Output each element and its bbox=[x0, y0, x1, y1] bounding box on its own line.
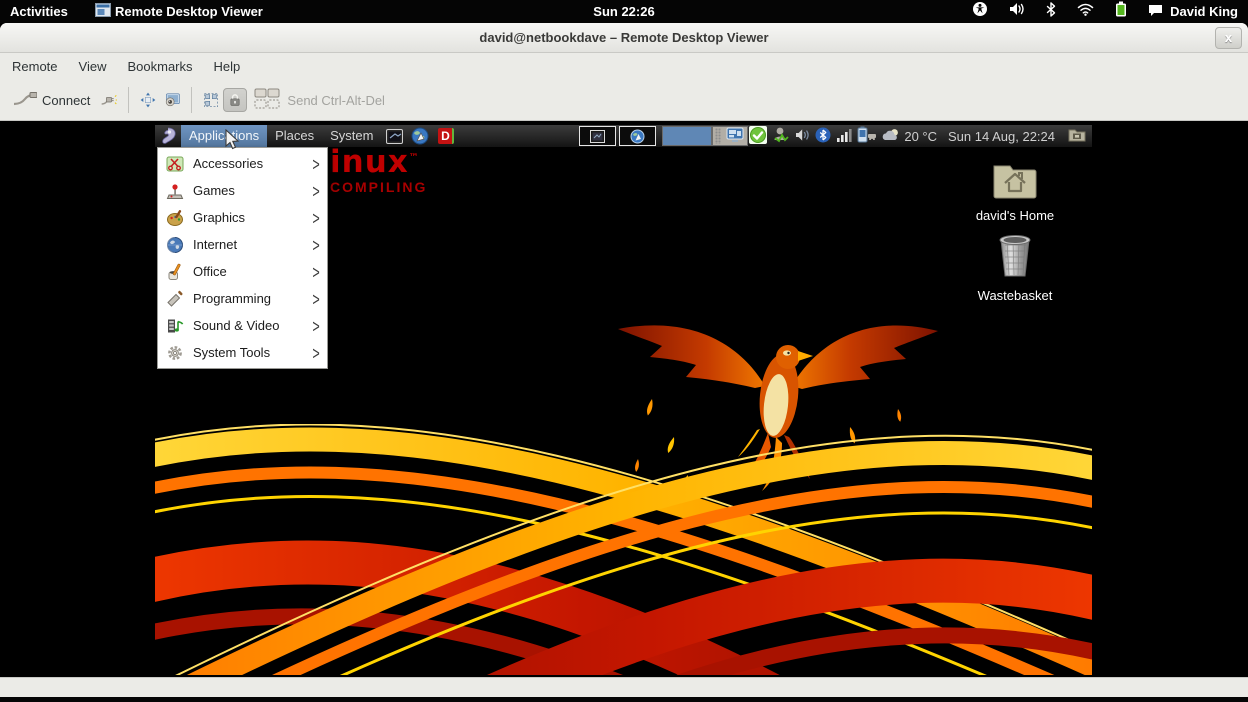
window-titlebar[interactable]: david@netbookdave – Remote Desktop Viewe… bbox=[0, 23, 1248, 53]
menu-remote[interactable]: Remote bbox=[4, 53, 66, 80]
menu-item-sound-video[interactable]: Sound & Video > bbox=[158, 312, 327, 339]
film-note-icon bbox=[165, 316, 184, 335]
browser-launcher-icon[interactable] bbox=[411, 128, 429, 144]
readonly-lock-toggle[interactable] bbox=[223, 88, 247, 112]
panel-menu-places[interactable]: Places bbox=[267, 125, 322, 147]
screenshot-icon[interactable] bbox=[160, 88, 184, 112]
connect-label: Connect bbox=[42, 93, 90, 108]
panel-clock[interactable]: Sun 14 Aug, 22:24 bbox=[948, 129, 1055, 144]
pen-ink-icon bbox=[165, 262, 184, 281]
menu-item-system-tools[interactable]: System Tools > bbox=[158, 339, 327, 366]
weather-temperature[interactable]: 20 °C bbox=[904, 129, 937, 144]
menu-item-internet[interactable]: Internet > bbox=[158, 231, 327, 258]
trowel-icon bbox=[165, 289, 184, 308]
user-menu[interactable]: David King bbox=[1148, 4, 1238, 20]
submenu-arrow-icon: > bbox=[312, 288, 319, 309]
accessibility-icon[interactable] bbox=[972, 1, 988, 22]
battery-icon[interactable] bbox=[1115, 1, 1127, 22]
globe-icon bbox=[165, 235, 184, 254]
shell-clock[interactable]: Sun 22:26 bbox=[593, 0, 654, 23]
desktop-icon-home[interactable]: david's Home bbox=[950, 161, 1080, 223]
home-folder-icon bbox=[992, 161, 1038, 204]
bluetooth-tray-icon[interactable] bbox=[815, 127, 831, 146]
cable-icon bbox=[13, 91, 37, 110]
updates-tray-icon[interactable] bbox=[749, 126, 767, 147]
joystick-icon bbox=[165, 181, 184, 200]
network-user-tray-icon[interactable] bbox=[772, 126, 790, 146]
send-ctrl-alt-del-label: Send Ctrl-Alt-Del bbox=[287, 93, 385, 108]
submenu-arrow-icon: > bbox=[312, 153, 319, 174]
menu-help[interactable]: Help bbox=[206, 53, 249, 80]
window-menubar: Remote View Bookmarks Help bbox=[0, 53, 1248, 80]
submenu-arrow-icon: > bbox=[312, 207, 319, 228]
close-button[interactable]: x bbox=[1215, 27, 1242, 49]
send-ctrl-alt-del-button[interactable]: Send Ctrl-Alt-Del bbox=[247, 83, 392, 118]
activities-button[interactable]: Activities bbox=[10, 0, 68, 23]
taskbar-window-browser[interactable] bbox=[619, 126, 656, 146]
connect-button[interactable]: Connect bbox=[6, 86, 97, 115]
display-tray-icon[interactable] bbox=[726, 127, 744, 146]
panel-drag-handle[interactable] bbox=[715, 128, 721, 144]
submenu-arrow-icon: > bbox=[312, 315, 319, 336]
bottom-edge bbox=[0, 697, 1248, 702]
mouse-cursor bbox=[224, 129, 241, 151]
keyboard-icon bbox=[254, 88, 282, 113]
wallpaper-ribbons-artwork bbox=[155, 424, 1092, 675]
bluetooth-icon[interactable] bbox=[1046, 2, 1056, 22]
scissors-icon bbox=[165, 154, 184, 173]
taskbar-window-terminal[interactable] bbox=[579, 126, 616, 146]
fullscreen-icon[interactable] bbox=[136, 88, 160, 112]
menu-bookmarks[interactable]: Bookmarks bbox=[119, 53, 200, 80]
desktop-icon-label: david's Home bbox=[976, 208, 1054, 223]
submenu-arrow-icon: > bbox=[312, 342, 319, 363]
viewer-statusbar bbox=[0, 677, 1248, 697]
gear-icon bbox=[165, 343, 184, 362]
menu-item-accessories[interactable]: Accessories > bbox=[158, 150, 327, 177]
terminal-launcher-icon[interactable] bbox=[385, 128, 403, 144]
viewer-window: david@netbookdave – Remote Desktop Viewe… bbox=[0, 23, 1248, 702]
remote-top-panel: Applications Places System D bbox=[155, 125, 1092, 147]
remote-view-area: inux™ COMPILING bbox=[0, 121, 1248, 677]
menu-item-office[interactable]: Office > bbox=[158, 258, 327, 285]
wallpaper-distro-text: inux™ COMPILING bbox=[330, 147, 427, 195]
submenu-arrow-icon: > bbox=[312, 261, 319, 282]
signal-strength-tray-icon[interactable] bbox=[836, 128, 852, 145]
shell-top-bar: Activities Remote Desktop Viewer Sun 22:… bbox=[0, 0, 1248, 23]
toolbar-separator bbox=[128, 87, 129, 113]
menu-item-games[interactable]: Games > bbox=[158, 177, 327, 204]
remote-screen[interactable]: inux™ COMPILING bbox=[155, 125, 1092, 675]
submenu-arrow-icon: > bbox=[312, 180, 319, 201]
workspace-active[interactable] bbox=[662, 126, 712, 146]
wifi-icon[interactable] bbox=[1077, 3, 1094, 21]
distro-logo-icon bbox=[159, 128, 177, 144]
submenu-arrow-icon: > bbox=[312, 234, 319, 255]
menu-view[interactable]: View bbox=[71, 53, 115, 80]
app-window-icon bbox=[95, 3, 111, 20]
battery-tray-icon[interactable] bbox=[857, 126, 877, 146]
focused-app-title: Remote Desktop Viewer bbox=[115, 4, 263, 19]
menu-item-programming[interactable]: Programming > bbox=[158, 285, 327, 312]
volume-icon[interactable] bbox=[1009, 2, 1025, 21]
chat-bubble-icon bbox=[1148, 4, 1163, 20]
toolbar-separator bbox=[191, 87, 192, 113]
panel-applet-icon[interactable] bbox=[1068, 127, 1086, 145]
desktop-icon-wastebasket[interactable]: Wastebasket bbox=[950, 233, 1080, 303]
menu-item-graphics[interactable]: Graphics > bbox=[158, 204, 327, 231]
window-title: david@netbookdave – Remote Desktop Viewe… bbox=[0, 23, 1248, 53]
desktop-icon-label: Wastebasket bbox=[978, 288, 1053, 303]
applications-menu: Accessories > Games > Graphics > bbox=[157, 147, 328, 369]
window-toolbar: Connect Send Ctrl-Alt-Del bbox=[0, 80, 1248, 121]
volume-tray-icon[interactable] bbox=[795, 128, 810, 145]
scaling-icon[interactable] bbox=[199, 88, 223, 112]
user-name: David King bbox=[1170, 4, 1238, 19]
focused-app-menu[interactable]: Remote Desktop Viewer bbox=[95, 0, 263, 23]
d-app-launcher-icon[interactable]: D bbox=[437, 128, 455, 144]
weather-cloud-icon[interactable] bbox=[882, 128, 899, 144]
trash-icon bbox=[996, 233, 1034, 284]
palette-icon bbox=[165, 208, 184, 227]
disconnect-plug-icon[interactable] bbox=[97, 88, 121, 112]
panel-menu-system[interactable]: System bbox=[322, 125, 381, 147]
